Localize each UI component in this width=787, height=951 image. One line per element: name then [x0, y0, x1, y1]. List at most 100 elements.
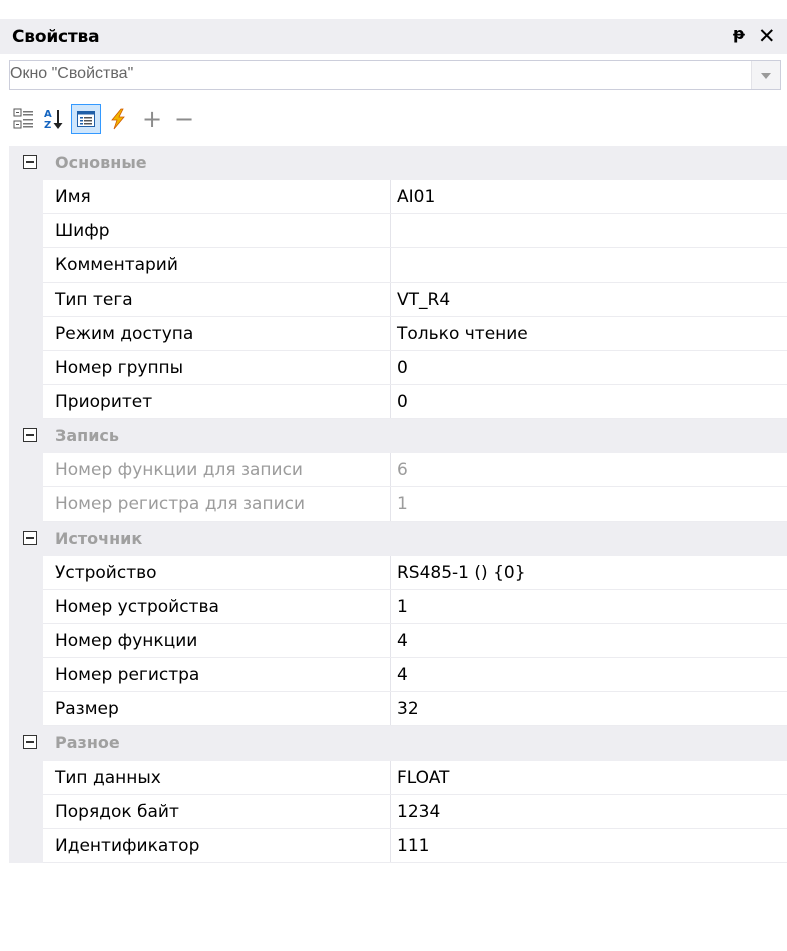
- column-splitter[interactable]: [390, 794, 391, 829]
- column-splitter[interactable]: [390, 487, 391, 522]
- property-value[interactable]: FLOAT: [397, 768, 449, 788]
- property-name: Номер устройства: [55, 596, 219, 617]
- property-value[interactable]: 1: [397, 597, 408, 617]
- column-splitter[interactable]: [390, 828, 391, 863]
- category-row[interactable]: Источник: [9, 521, 787, 556]
- collapse-icon[interactable]: [23, 735, 37, 750]
- row-gutter: [9, 350, 43, 385]
- property-name: Тип тега: [55, 289, 133, 310]
- alphabetical-icon: A Z: [44, 109, 63, 131]
- property-value[interactable]: 4: [397, 665, 408, 685]
- column-splitter[interactable]: [390, 248, 391, 283]
- properties-icon: [77, 111, 95, 127]
- remove-icon: −: [173, 105, 195, 133]
- property-value[interactable]: 0: [397, 392, 408, 412]
- column-splitter[interactable]: [390, 384, 391, 420]
- property-value[interactable]: 4: [397, 631, 408, 651]
- events-button[interactable]: [103, 104, 133, 134]
- column-splitter[interactable]: [390, 453, 391, 488]
- property-name: Идентификатор: [55, 835, 200, 856]
- property-row[interactable]: Номер функции 4: [9, 623, 787, 659]
- property-row[interactable]: Порядок байт 1234: [9, 794, 787, 829]
- panel-title-bar: Свойства ᵽ ✕: [0, 19, 787, 54]
- category-name: Разное: [55, 733, 120, 753]
- column-splitter[interactable]: [390, 692, 391, 727]
- alphabetical-button[interactable]: A Z: [39, 104, 69, 134]
- property-name: Шифр: [55, 221, 110, 242]
- collapse-icon[interactable]: [23, 428, 37, 443]
- column-splitter[interactable]: [390, 658, 391, 693]
- property-row[interactable]: Режим доступа Только чтение: [9, 316, 787, 351]
- object-selector-value: Окно "Свойства": [10, 65, 134, 82]
- property-row[interactable]: Тип тега VT_R4: [9, 282, 787, 317]
- column-splitter[interactable]: [390, 555, 391, 590]
- property-value[interactable]: 111: [397, 836, 429, 856]
- category-row[interactable]: Разное: [9, 726, 787, 761]
- chevron-down-icon[interactable]: [751, 61, 780, 89]
- property-value[interactable]: 6: [397, 460, 408, 480]
- property-row[interactable]: Номер функции для записи 6: [9, 453, 787, 488]
- property-name: Номер функции: [55, 630, 198, 651]
- property-row[interactable]: Номер регистра 4: [9, 658, 787, 693]
- panel-title: Свойства: [12, 26, 100, 47]
- row-gutter: [9, 214, 43, 249]
- property-row[interactable]: Приоритет 0: [9, 384, 787, 420]
- row-gutter: [9, 589, 43, 624]
- property-value[interactable]: VT_R4: [397, 290, 450, 310]
- property-name: Номер регистра: [55, 665, 200, 686]
- add-button[interactable]: +: [137, 104, 167, 134]
- row-gutter: [9, 658, 43, 693]
- property-row[interactable]: Имя AI01: [9, 180, 787, 215]
- row-gutter: [9, 794, 43, 829]
- property-name: Тип данных: [55, 767, 161, 788]
- property-name: Номер регистра для записи: [55, 494, 306, 515]
- property-row[interactable]: Номер группы 0: [9, 350, 787, 386]
- collapse-icon[interactable]: [23, 530, 37, 545]
- column-splitter[interactable]: [390, 316, 391, 351]
- properties-view-button[interactable]: [71, 104, 101, 134]
- column-splitter[interactable]: [390, 214, 391, 249]
- row-gutter: [9, 487, 43, 522]
- category-row[interactable]: Основные: [9, 146, 787, 181]
- property-value[interactable]: 1234: [397, 802, 440, 822]
- close-icon[interactable]: ✕: [758, 21, 776, 51]
- row-gutter: [9, 453, 43, 488]
- column-splitter[interactable]: [390, 623, 391, 659]
- column-splitter[interactable]: [390, 589, 391, 624]
- property-row[interactable]: Комментарий: [9, 248, 787, 283]
- row-gutter: [9, 384, 43, 420]
- property-name: Размер: [55, 699, 119, 720]
- property-grid: Основные Имя AI01 Шифр Комментарий Тип тега VT…: [9, 146, 787, 864]
- property-row[interactable]: Идентификатор 111: [9, 828, 787, 864]
- property-row[interactable]: Тип данных FLOAT: [9, 760, 787, 795]
- row-gutter: [9, 180, 43, 215]
- property-value[interactable]: RS485-1 () {0}: [397, 563, 526, 583]
- property-row[interactable]: Номер устройства 1: [9, 589, 787, 625]
- events-icon: [111, 108, 125, 130]
- remove-button[interactable]: −: [169, 104, 199, 134]
- svg-text:Z: Z: [44, 120, 51, 131]
- property-row[interactable]: Шифр: [9, 214, 787, 249]
- column-splitter[interactable]: [390, 282, 391, 317]
- property-row[interactable]: Устройство RS485-1 () {0}: [9, 555, 787, 590]
- property-name: Режим доступа: [55, 323, 194, 344]
- pin-icon[interactable]: ᵽ: [733, 24, 745, 43]
- categorized-button[interactable]: [9, 104, 39, 134]
- property-value[interactable]: 1: [397, 494, 408, 514]
- property-value[interactable]: 0: [397, 358, 408, 378]
- property-value[interactable]: 32: [397, 699, 419, 719]
- properties-panel: Свойства ᵽ ✕ Окно "Свойства" A Z + − Осн…: [0, 0, 787, 951]
- collapse-icon[interactable]: [23, 155, 37, 169]
- column-splitter[interactable]: [390, 180, 391, 215]
- row-gutter: [9, 828, 43, 863]
- property-row[interactable]: Номер регистра для записи 1: [9, 487, 787, 522]
- property-value[interactable]: Только чтение: [397, 324, 528, 344]
- property-row[interactable]: Размер 32: [9, 692, 787, 727]
- column-splitter[interactable]: [390, 760, 391, 795]
- property-value[interactable]: AI01: [397, 187, 435, 207]
- row-gutter: [9, 760, 43, 795]
- row-gutter: [9, 623, 43, 659]
- object-selector-dropdown[interactable]: Окно "Свойства": [9, 60, 781, 90]
- category-row[interactable]: Запись: [9, 419, 787, 454]
- column-splitter[interactable]: [390, 350, 391, 385]
